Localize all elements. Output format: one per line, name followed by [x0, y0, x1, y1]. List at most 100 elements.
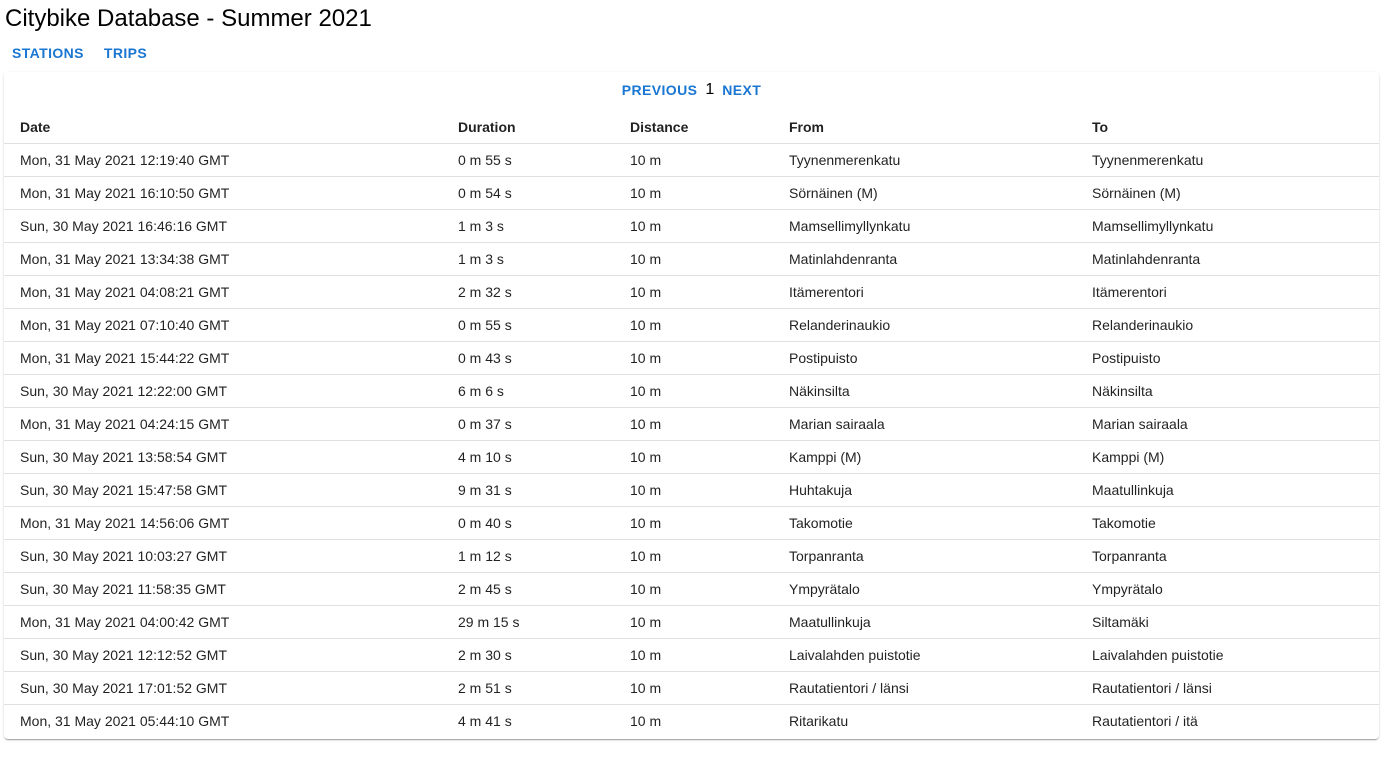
cell-date: Mon, 31 May 2021 05:44:10 GMT — [20, 713, 230, 729]
cell-distance: 10 m — [614, 473, 773, 507]
cell-date: Mon, 31 May 2021 07:10:40 GMT — [4, 308, 442, 342]
table-row: Sun, 30 May 2021 15:47:58 GMT 9 m 31 s 10 … — [4, 473, 1379, 507]
cell-to: Kamppi (M) — [1076, 440, 1379, 474]
table-row: Mon, 31 May 2021 15:44:22 GMT 0 m 43 s 10 … — [4, 341, 1379, 375]
cell-from: Rautatientori / länsi — [773, 671, 1076, 705]
cell-duration: 0 m 40 s — [442, 506, 614, 540]
cell-distance: 10 m — [630, 713, 662, 729]
stations-nav-button[interactable]: STATIONS — [4, 40, 92, 66]
cell-to: Siltamäki — [1076, 605, 1379, 639]
cell-distance: 10 m — [614, 407, 773, 441]
cell-duration: 2 m 32 s — [442, 275, 614, 309]
pagination: PREVIOUS 1 NEXT — [4, 78, 1379, 102]
cell-distance: 10 m — [614, 374, 773, 408]
cell-duration: 1 m 3 s — [442, 242, 614, 276]
cell-from: Huhtakuja — [773, 473, 1076, 507]
cell-distance: 10 m — [614, 506, 773, 540]
cell-duration: 1 m 12 s — [442, 539, 614, 573]
cell-from: Laivalahden puistotie — [773, 638, 1076, 672]
column-header-duration: Duration — [442, 111, 614, 144]
cell-distance: 10 m — [614, 176, 773, 210]
top-nav: STATIONS TRIPS — [4, 40, 159, 66]
table-row: Sun, 30 May 2021 17:01:52 GMT 2 m 51 s 10 … — [4, 671, 1379, 705]
table-row: Mon, 31 May 2021 04:00:42 GMT 29 m 15 s 10… — [4, 605, 1379, 639]
cell-date: Mon, 31 May 2021 04:00:42 GMT — [4, 605, 442, 639]
cell-date: Mon, 31 May 2021 14:56:06 GMT — [4, 506, 442, 540]
table-row: Mon, 31 May 2021 05:44:10 GMT 4 m 41 s 10 … — [4, 705, 1379, 738]
cell-date: Sun, 30 May 2021 11:58:35 GMT — [4, 572, 442, 606]
cell-date: Mon, 31 May 2021 04:08:21 GMT — [4, 275, 442, 309]
cell-distance: 10 m — [614, 605, 773, 639]
cell-date: Sun, 30 May 2021 15:47:58 GMT — [4, 473, 442, 507]
cell-to: Näkinsilta — [1076, 374, 1379, 408]
cell-to: Laivalahden puistotie — [1076, 638, 1379, 672]
cell-to: Takomotie — [1076, 506, 1379, 540]
current-page-number: 1 — [705, 81, 715, 98]
cell-to: Mamsellimyllynkatu — [1076, 209, 1379, 243]
table-row: Mon, 31 May 2021 16:10:50 GMT 0 m 54 s 10 … — [4, 176, 1379, 210]
cell-from: Ritarikatu — [789, 713, 849, 729]
table-row: Mon, 31 May 2021 12:19:40 GMT 0 m 55 s 10 … — [4, 143, 1379, 177]
cell-duration: 29 m 15 s — [442, 605, 614, 639]
next-page-button[interactable]: NEXT — [716, 78, 767, 102]
cell-duration: 9 m 31 s — [442, 473, 614, 507]
cell-date: Sun, 30 May 2021 12:12:52 GMT — [4, 638, 442, 672]
table-row: Mon, 31 May 2021 04:08:21 GMT 2 m 32 s 10 … — [4, 275, 1379, 309]
trips-table-container: PREVIOUS 1 NEXT Date Duration Distance F… — [4, 72, 1379, 739]
cell-duration: 0 m 43 s — [442, 341, 614, 375]
cell-to: Maatullinkuja — [1076, 473, 1379, 507]
cell-duration: 2 m 51 s — [442, 671, 614, 705]
table-row: Sun, 30 May 2021 12:22:00 GMT 6 m 6 s 10 m… — [4, 374, 1379, 408]
table-header-row: Date Duration Distance From To — [4, 111, 1379, 144]
cell-date: Mon, 31 May 2021 16:10:50 GMT — [4, 176, 442, 210]
cell-from: Tyynenmerenkatu — [773, 143, 1076, 177]
cell-date: Mon, 31 May 2021 04:24:15 GMT — [4, 407, 442, 441]
cell-date: Mon, 31 May 2021 15:44:22 GMT — [4, 341, 442, 375]
cell-to: Ympyrätalo — [1076, 572, 1379, 606]
trips-table: Date Duration Distance From To Mon, 31 M… — [4, 111, 1379, 737]
cell-distance: 10 m — [614, 341, 773, 375]
cell-from: Itämerentori — [773, 275, 1076, 309]
table-row: Sun, 30 May 2021 12:12:52 GMT 2 m 30 s 10 … — [4, 638, 1379, 672]
cell-duration: 0 m 37 s — [442, 407, 614, 441]
cell-duration: 4 m 10 s — [442, 440, 614, 474]
cell-to: Relanderinaukio — [1076, 308, 1379, 342]
cell-from: Matinlahdenranta — [773, 242, 1076, 276]
page-title: Citybike Database - Summer 2021 — [5, 5, 372, 32]
cell-to: Matinlahdenranta — [1076, 242, 1379, 276]
cell-to: Sörnäinen (M) — [1076, 176, 1379, 210]
cell-distance: 10 m — [614, 308, 773, 342]
cell-distance: 10 m — [614, 671, 773, 705]
cell-from: Mamsellimyllynkatu — [773, 209, 1076, 243]
table-row: Sun, 30 May 2021 16:46:16 GMT 1 m 3 s 10 m… — [4, 209, 1379, 243]
cell-date: Sun, 30 May 2021 16:46:16 GMT — [4, 209, 442, 243]
trips-nav-button[interactable]: TRIPS — [96, 40, 155, 66]
table-row: Mon, 31 May 2021 13:34:38 GMT 1 m 3 s 10 m… — [4, 242, 1379, 276]
table-row: Mon, 31 May 2021 07:10:40 GMT 0 m 55 s 10 … — [4, 308, 1379, 342]
cell-date: Sun, 30 May 2021 17:01:52 GMT — [4, 671, 442, 705]
cell-duration: 2 m 45 s — [442, 572, 614, 606]
previous-page-button[interactable]: PREVIOUS — [616, 78, 704, 102]
cell-duration: 0 m 55 s — [442, 308, 614, 342]
cell-distance: 10 m — [614, 638, 773, 672]
cell-duration: 0 m 54 s — [442, 176, 614, 210]
cell-from: Maatullinkuja — [773, 605, 1076, 639]
column-header-to: To — [1076, 111, 1379, 144]
cell-from: Takomotie — [773, 506, 1076, 540]
table-row: Mon, 31 May 2021 14:56:06 GMT 0 m 40 s 10 … — [4, 506, 1379, 540]
cell-from: Torpanranta — [773, 539, 1076, 573]
table-row: Sun, 30 May 2021 13:58:54 GMT 4 m 10 s 10 … — [4, 440, 1379, 474]
cell-date: Mon, 31 May 2021 12:19:40 GMT — [4, 143, 442, 177]
cell-from: Marian sairaala — [773, 407, 1076, 441]
cell-distance: 10 m — [614, 539, 773, 573]
cell-to: Tyynenmerenkatu — [1076, 143, 1379, 177]
table-body: Mon, 31 May 2021 12:19:40 GMT 0 m 55 s 10 … — [4, 143, 1379, 738]
cell-duration: 4 m 41 s — [458, 713, 512, 729]
cell-to: Rautatientori / länsi — [1076, 671, 1379, 705]
column-header-date: Date — [4, 111, 442, 144]
column-header-from: From — [773, 111, 1076, 144]
cell-to: Torpanranta — [1076, 539, 1379, 573]
table-row: Sun, 30 May 2021 11:58:35 GMT 2 m 45 s 10 … — [4, 572, 1379, 606]
cell-to: Itämerentori — [1076, 275, 1379, 309]
cell-distance: 10 m — [614, 440, 773, 474]
